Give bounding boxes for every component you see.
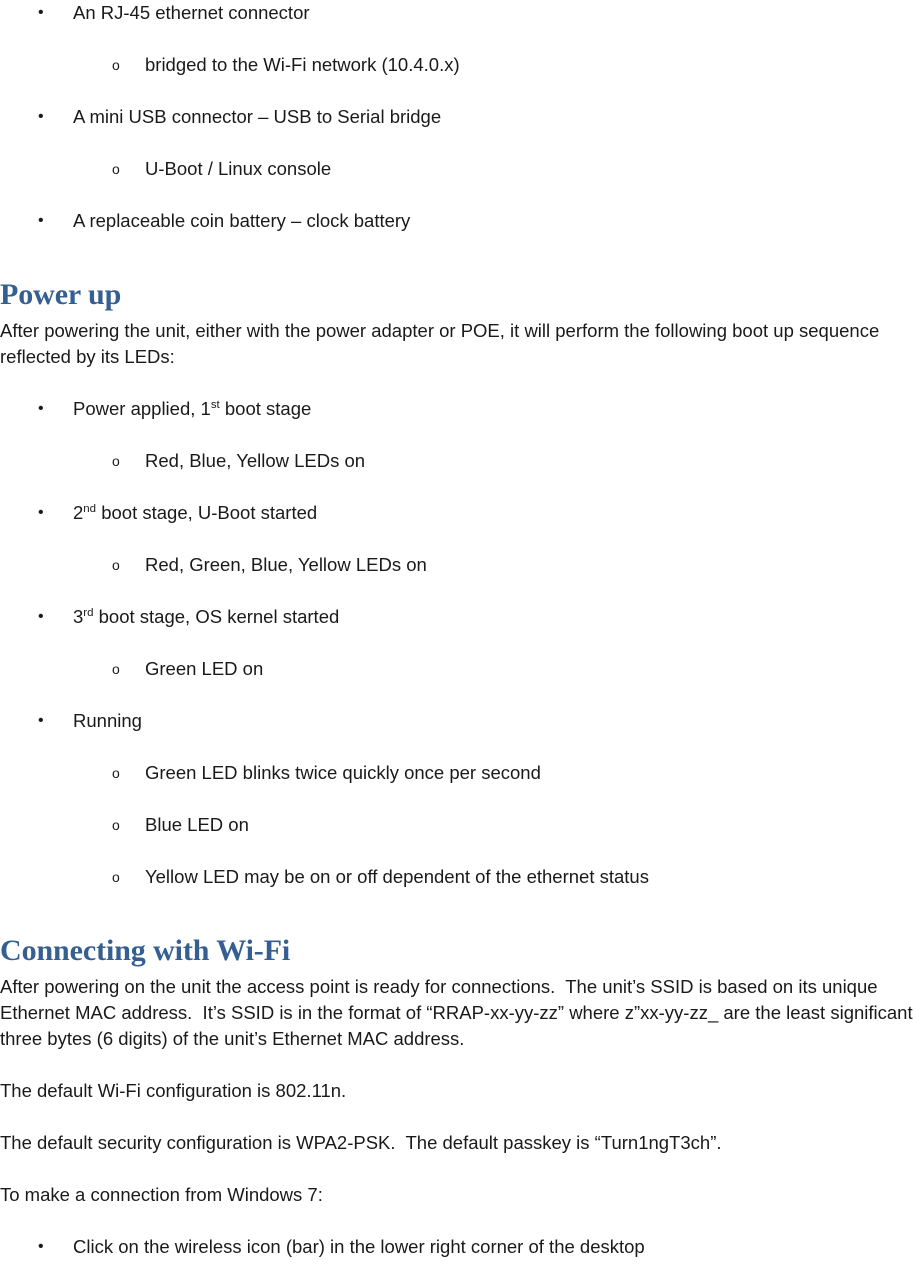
text-fragment: boot stage, OS kernel started xyxy=(93,606,340,627)
list-item: o Red, Blue, Yellow LEDs on xyxy=(0,448,913,474)
text-fragment: 3 xyxy=(73,606,84,627)
circle-bullet-icon: o xyxy=(112,765,120,781)
circle-bullet-icon: o xyxy=(112,453,120,469)
bullet-icon: • xyxy=(38,608,44,625)
list-item: • Power applied, 1st boot stage xyxy=(0,396,913,422)
list-item: • 3rd boot stage, OS kernel started xyxy=(0,604,913,630)
circle-bullet-icon: o xyxy=(112,57,120,73)
circle-bullet-icon: o xyxy=(112,817,120,833)
list-item: o Blue LED on xyxy=(0,812,913,838)
list-item: o Green LED on xyxy=(0,656,913,682)
bullet-icon: • xyxy=(38,108,44,125)
bullet-icon: • xyxy=(38,4,44,21)
circle-bullet-icon: o xyxy=(112,557,120,573)
section-heading-connecting-wifi: Connecting with Wi-Fi xyxy=(0,934,291,967)
bullet-icon: • xyxy=(38,400,44,417)
bullet-icon: • xyxy=(38,712,44,729)
list-item-label: Green LED on xyxy=(145,658,264,679)
ordinal-suffix: nd xyxy=(83,502,97,515)
list-item-label: Power applied, 1st boot stage xyxy=(73,398,311,419)
list-item: o Green LED blinks twice quickly once pe… xyxy=(0,760,913,786)
list-item: • A replaceable coin battery – clock bat… xyxy=(0,208,913,234)
text-fragment: boot stage, U-Boot started xyxy=(96,502,318,523)
list-item-label: Click on the wireless icon (bar) in the … xyxy=(73,1236,645,1257)
list-item-label: Running xyxy=(73,710,142,731)
ordinal-suffix: st xyxy=(210,398,220,411)
list-item: • 2nd boot stage, U-Boot started xyxy=(0,500,913,526)
bullet-icon: • xyxy=(38,1238,44,1255)
bullet-icon: • xyxy=(38,504,44,521)
list-item-label: An RJ-45 ethernet connector xyxy=(73,2,310,23)
list-item: o bridged to the Wi-Fi network (10.4.0.x… xyxy=(0,52,913,78)
list-item: o Red, Green, Blue, Yellow LEDs on xyxy=(0,552,913,578)
section-heading-power-up: Power up xyxy=(0,278,122,311)
list-item: • Click on the wireless icon (bar) in th… xyxy=(0,1234,913,1260)
wifi-paragraph-default-config: The default Wi-Fi configuration is 802.1… xyxy=(0,1080,347,1101)
list-item: • Running xyxy=(0,708,913,734)
list-item-label: Red, Blue, Yellow LEDs on xyxy=(145,450,366,471)
text-fragment: 2 xyxy=(73,502,84,523)
list-item-label: 2nd boot stage, U-Boot started xyxy=(73,502,317,523)
list-item: • A mini USB connector – USB to Serial b… xyxy=(0,104,913,130)
bullet-icon: • xyxy=(38,212,44,229)
wifi-paragraph-ssid: After powering on the unit the access po… xyxy=(0,976,913,1049)
circle-bullet-icon: o xyxy=(112,161,120,177)
list-item-label: 3rd boot stage, OS kernel started xyxy=(73,606,339,627)
list-item-label: A replaceable coin battery – clock batte… xyxy=(73,210,411,231)
list-item: o Yellow LED may be on or off dependent … xyxy=(0,864,913,890)
circle-bullet-icon: o xyxy=(112,869,120,885)
text-fragment: Power applied, 1 xyxy=(73,398,211,419)
list-item-label: A mini USB connector – USB to Serial bri… xyxy=(73,106,442,127)
list-item-label: Green LED blinks twice quickly once per … xyxy=(145,762,541,783)
power-up-intro-paragraph: After powering the unit, either with the… xyxy=(0,320,885,367)
list-item-label: Blue LED on xyxy=(145,814,249,835)
text-fragment: boot stage xyxy=(219,398,312,419)
list-item-label: Red, Green, Blue, Yellow LEDs on xyxy=(145,554,427,575)
wifi-paragraph-security: The default security configuration is WP… xyxy=(0,1132,722,1153)
list-item-label: Yellow LED may be on or off dependent of… xyxy=(145,866,649,887)
ordinal-suffix: rd xyxy=(83,606,94,619)
list-item: • An RJ-45 ethernet connector xyxy=(0,0,913,26)
circle-bullet-icon: o xyxy=(112,661,120,677)
wifi-paragraph-windows7-intro: To make a connection from Windows 7: xyxy=(0,1184,323,1205)
list-item-label: U-Boot / Linux console xyxy=(145,158,332,179)
list-item: o U-Boot / Linux console xyxy=(0,156,913,182)
document-page: • An RJ-45 ethernet connector o bridged … xyxy=(0,0,913,1286)
list-item-label: bridged to the Wi-Fi network (10.4.0.x) xyxy=(145,54,460,75)
